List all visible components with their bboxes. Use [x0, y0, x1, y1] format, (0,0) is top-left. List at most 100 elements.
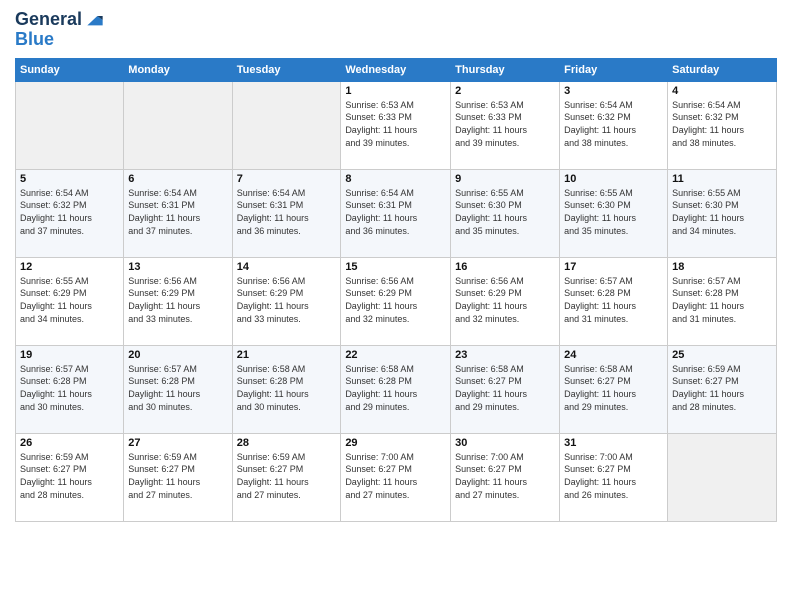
- day-number: 9: [455, 173, 555, 185]
- calendar-cell: 24 Sunrise: 6:58 AM Sunset: 6:27 PM Dayli…: [560, 345, 668, 433]
- day-number: 7: [237, 173, 337, 185]
- day-info: Sunrise: 6:56 AM Sunset: 6:29 PM Dayligh…: [237, 275, 337, 325]
- calendar-cell: 6 Sunrise: 6:54 AM Sunset: 6:31 PM Daylig…: [124, 169, 232, 257]
- calendar-cell: 22Sunrise: 6:58 AM Sunset: 6:28 PM Dayli…: [341, 345, 451, 433]
- dow-header-saturday: Saturday: [668, 58, 777, 81]
- day-info: Sunrise: 6:56 AM Sunset: 6:29 PM Dayligh…: [455, 275, 555, 325]
- day-number: 6: [128, 173, 227, 185]
- calendar-cell: 31 Sunrise: 7:00 AM Sunset: 6:27 PM Dayli…: [560, 433, 668, 521]
- calendar-cell: 2 Sunrise: 6:53 AM Sunset: 6:33 PM Daylig…: [451, 81, 560, 169]
- calendar-cell: 14 Sunrise: 6:56 AM Sunset: 6:29 PM Dayli…: [232, 257, 341, 345]
- calendar-cell: 10Sunrise: 6:55 AM Sunset: 6:30 PM Dayli…: [560, 169, 668, 257]
- logo-icon: [84, 10, 104, 30]
- day-number: 3: [564, 85, 663, 97]
- day-info: Sunrise: 6:56 AM Sunset: 6:29 PM Dayligh…: [128, 275, 227, 325]
- day-number: 14: [237, 261, 337, 273]
- dow-header-wednesday: Wednesday: [341, 58, 451, 81]
- day-number: 20: [128, 349, 227, 361]
- day-number: 19: [20, 349, 119, 361]
- calendar-cell: [232, 81, 341, 169]
- calendar-cell: 11Sunrise: 6:55 AM Sunset: 6:30 PM Dayli…: [668, 169, 777, 257]
- day-info: Sunrise: 6:58 AM Sunset: 6:27 PM Dayligh…: [455, 363, 555, 413]
- calendar-cell: 8Sunrise: 6:54 AM Sunset: 6:31 PM Daylig…: [341, 169, 451, 257]
- day-number: 13: [128, 261, 227, 273]
- dow-header-tuesday: Tuesday: [232, 58, 341, 81]
- day-number: 10: [564, 173, 663, 185]
- dow-header-monday: Monday: [124, 58, 232, 81]
- day-number: 15: [345, 261, 446, 273]
- logo-blue: Blue: [15, 30, 104, 50]
- day-number: 24: [564, 349, 663, 361]
- day-number: 21: [237, 349, 337, 361]
- day-info: Sunrise: 7:00 AM Sunset: 6:27 PM Dayligh…: [455, 451, 555, 501]
- day-info: Sunrise: 6:54 AM Sunset: 6:32 PM Dayligh…: [672, 99, 772, 149]
- day-info: Sunrise: 6:54 AM Sunset: 6:31 PM Dayligh…: [237, 187, 337, 237]
- day-number: 8: [345, 173, 446, 185]
- day-info: Sunrise: 6:58 AM Sunset: 6:27 PM Dayligh…: [564, 363, 663, 413]
- day-info: Sunrise: 6:54 AM Sunset: 6:32 PM Dayligh…: [20, 187, 119, 237]
- logo: General Blue: [15, 10, 104, 50]
- calendar-table: SundayMondayTuesdayWednesdayThursdayFrid…: [15, 58, 777, 522]
- calendar-cell: 5Sunrise: 6:54 AM Sunset: 6:32 PM Daylig…: [16, 169, 124, 257]
- calendar-cell: 15 Sunrise: 6:56 AM Sunset: 6:29 PM Dayli…: [341, 257, 451, 345]
- page-header: General Blue: [15, 10, 777, 50]
- day-number: 30: [455, 437, 555, 449]
- calendar-cell: 21 Sunrise: 6:58 AM Sunset: 6:28 PM Dayli…: [232, 345, 341, 433]
- calendar-cell: 26Sunrise: 6:59 AM Sunset: 6:27 PM Dayli…: [16, 433, 124, 521]
- day-info: Sunrise: 6:59 AM Sunset: 6:27 PM Dayligh…: [128, 451, 227, 501]
- dow-header-friday: Friday: [560, 58, 668, 81]
- day-number: 23: [455, 349, 555, 361]
- calendar-cell: [124, 81, 232, 169]
- day-number: 29: [345, 437, 446, 449]
- dow-header-thursday: Thursday: [451, 58, 560, 81]
- calendar-cell: 19 Sunrise: 6:57 AM Sunset: 6:28 PM Dayli…: [16, 345, 124, 433]
- day-info: Sunrise: 6:55 AM Sunset: 6:29 PM Dayligh…: [20, 275, 119, 325]
- day-info: Sunrise: 6:53 AM Sunset: 6:33 PM Dayligh…: [345, 99, 446, 149]
- calendar-cell: 27 Sunrise: 6:59 AM Sunset: 6:27 PM Dayli…: [124, 433, 232, 521]
- day-number: 25: [672, 349, 772, 361]
- day-info: Sunrise: 6:57 AM Sunset: 6:28 PM Dayligh…: [20, 363, 119, 413]
- calendar-cell: 16 Sunrise: 6:56 AM Sunset: 6:29 PM Dayli…: [451, 257, 560, 345]
- day-number: 1: [345, 85, 446, 97]
- calendar-cell: 1 Sunrise: 6:53 AM Sunset: 6:33 PM Daylig…: [341, 81, 451, 169]
- day-number: 17: [564, 261, 663, 273]
- day-info: Sunrise: 6:58 AM Sunset: 6:28 PM Dayligh…: [345, 363, 446, 413]
- calendar-cell: 18 Sunrise: 6:57 AM Sunset: 6:28 PM Dayli…: [668, 257, 777, 345]
- calendar-cell: [16, 81, 124, 169]
- day-number: 4: [672, 85, 772, 97]
- day-info: Sunrise: 6:55 AM Sunset: 6:30 PM Dayligh…: [672, 187, 772, 237]
- calendar-cell: 17 Sunrise: 6:57 AM Sunset: 6:28 PM Dayli…: [560, 257, 668, 345]
- dow-header-sunday: Sunday: [16, 58, 124, 81]
- day-info: Sunrise: 6:59 AM Sunset: 6:27 PM Dayligh…: [237, 451, 337, 501]
- day-info: Sunrise: 6:57 AM Sunset: 6:28 PM Dayligh…: [564, 275, 663, 325]
- day-info: Sunrise: 6:57 AM Sunset: 6:28 PM Dayligh…: [672, 275, 772, 325]
- day-info: Sunrise: 6:56 AM Sunset: 6:29 PM Dayligh…: [345, 275, 446, 325]
- calendar-cell: 30 Sunrise: 7:00 AM Sunset: 6:27 PM Dayli…: [451, 433, 560, 521]
- day-number: 16: [455, 261, 555, 273]
- day-info: Sunrise: 6:54 AM Sunset: 6:32 PM Dayligh…: [564, 99, 663, 149]
- day-number: 12: [20, 261, 119, 273]
- calendar-cell: 25 Sunrise: 6:59 AM Sunset: 6:27 PM Dayli…: [668, 345, 777, 433]
- calendar-cell: 9Sunrise: 6:55 AM Sunset: 6:30 PM Daylig…: [451, 169, 560, 257]
- day-info: Sunrise: 6:53 AM Sunset: 6:33 PM Dayligh…: [455, 99, 555, 149]
- day-number: 28: [237, 437, 337, 449]
- day-info: Sunrise: 7:00 AM Sunset: 6:27 PM Dayligh…: [345, 451, 446, 501]
- day-info: Sunrise: 7:00 AM Sunset: 6:27 PM Dayligh…: [564, 451, 663, 501]
- day-number: 31: [564, 437, 663, 449]
- day-number: 27: [128, 437, 227, 449]
- day-info: Sunrise: 6:58 AM Sunset: 6:28 PM Dayligh…: [237, 363, 337, 413]
- day-number: 2: [455, 85, 555, 97]
- day-number: 26: [20, 437, 119, 449]
- calendar-cell: 4 Sunrise: 6:54 AM Sunset: 6:32 PM Daylig…: [668, 81, 777, 169]
- calendar-cell: 7 Sunrise: 6:54 AM Sunset: 6:31 PM Daylig…: [232, 169, 341, 257]
- calendar-cell: 29 Sunrise: 7:00 AM Sunset: 6:27 PM Dayli…: [341, 433, 451, 521]
- day-number: 18: [672, 261, 772, 273]
- day-info: Sunrise: 6:59 AM Sunset: 6:27 PM Dayligh…: [672, 363, 772, 413]
- calendar-cell: 3 Sunrise: 6:54 AM Sunset: 6:32 PM Daylig…: [560, 81, 668, 169]
- calendar-cell: 13 Sunrise: 6:56 AM Sunset: 6:29 PM Dayli…: [124, 257, 232, 345]
- calendar-cell: 12 Sunrise: 6:55 AM Sunset: 6:29 PM Dayli…: [16, 257, 124, 345]
- day-info: Sunrise: 6:54 AM Sunset: 6:31 PM Dayligh…: [128, 187, 227, 237]
- calendar-cell: 28 Sunrise: 6:59 AM Sunset: 6:27 PM Dayli…: [232, 433, 341, 521]
- day-info: Sunrise: 6:57 AM Sunset: 6:28 PM Dayligh…: [128, 363, 227, 413]
- calendar-cell: 23 Sunrise: 6:58 AM Sunset: 6:27 PM Dayli…: [451, 345, 560, 433]
